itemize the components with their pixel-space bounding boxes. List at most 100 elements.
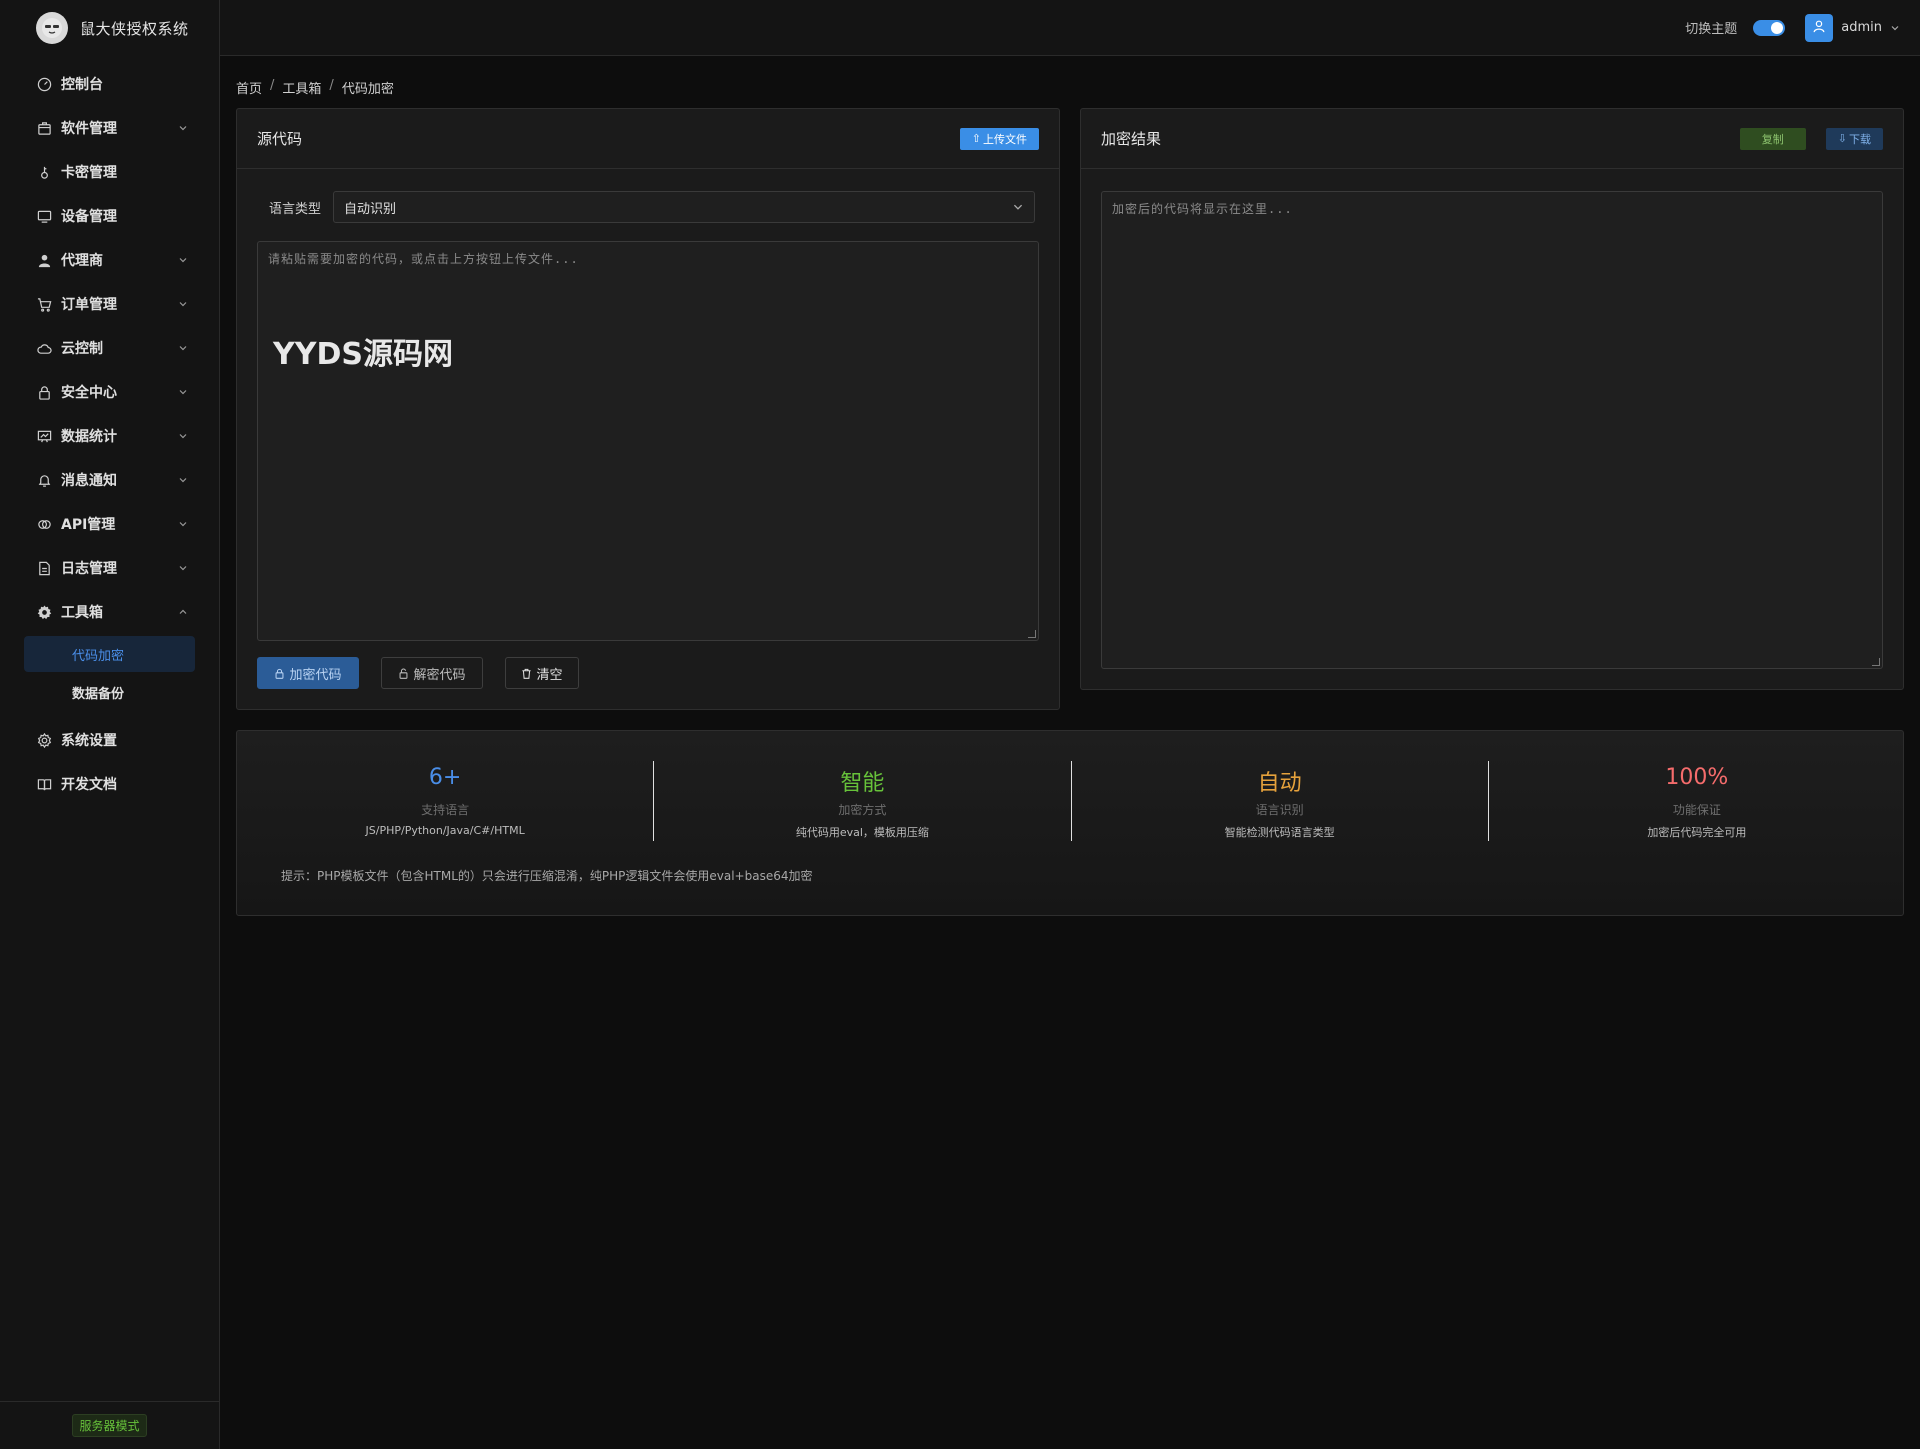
sidebar-item-docs[interactable]: 开发文档 — [0, 762, 219, 806]
sidebar-item-statistics[interactable]: 数据统计 — [0, 414, 219, 458]
stat-value: 100% — [1665, 765, 1729, 790]
dashboard-icon — [36, 76, 53, 93]
chevron-down-icon — [177, 386, 189, 398]
feature-stats-panel: 6+ 支持语言 JS/PHP/Python/Java/C#/HTML 智能 加密… — [236, 730, 1904, 916]
document-icon — [36, 560, 53, 577]
sidebar-item-dashboard[interactable]: 控制台 — [0, 62, 219, 106]
theme-toggle[interactable] — [1753, 19, 1786, 36]
stat-label: 加密方式 — [838, 803, 887, 817]
result-panel-title: 加密结果 — [1101, 130, 1162, 148]
unlock-icon — [398, 668, 409, 679]
stat-language-detect: 自动 语言识别 智能检测代码语言类型 — [1072, 761, 1489, 841]
sidebar-item-label: 日志管理 — [61, 561, 117, 577]
language-type-value: 自动识别 — [344, 201, 397, 217]
stat-label: 语言识别 — [1255, 803, 1304, 817]
breadcrumb-toolbox[interactable]: 工具箱 — [282, 78, 321, 97]
bell-icon — [36, 472, 53, 489]
avatar — [1805, 13, 1834, 42]
breadcrumb-home[interactable]: 首页 — [236, 78, 262, 97]
stat-label: 支持语言 — [421, 803, 470, 817]
chevron-down-icon — [1890, 23, 1900, 33]
decrypt-code-label: 解密代码 — [413, 666, 466, 682]
sidebar-item-label: 开发文档 — [61, 777, 117, 793]
sidebar-item-cards[interactable]: 卡密管理 — [0, 150, 219, 194]
stat-value: 智能 — [840, 771, 885, 796]
chevron-down-icon — [177, 122, 189, 134]
app-logo — [36, 12, 68, 44]
source-code-placeholder: 请粘贴需要加密的代码，或点击上方按钮上传文件... — [268, 252, 579, 266]
sidebar-subitem-code-encrypt[interactable]: 代码加密 — [24, 636, 195, 672]
sidebar-item-notifications[interactable]: 消息通知 — [0, 458, 219, 502]
language-type-label: 语言类型 — [269, 201, 322, 217]
result-panel-header: 加密结果 复制 ⇩ 下载 — [1081, 109, 1903, 169]
result-code-textarea[interactable]: 加密后的代码将显示在这里... — [1101, 191, 1883, 669]
top-header: 切换主题 admin — [220, 0, 1920, 56]
chevron-down-icon — [177, 518, 189, 530]
clear-button[interactable]: 清空 — [505, 657, 579, 689]
sidebar-item-security[interactable]: 安全中心 — [0, 370, 219, 414]
stat-value: 6+ — [428, 765, 462, 790]
stats-row: 6+ 支持语言 JS/PHP/Python/Java/C#/HTML 智能 加密… — [237, 761, 1905, 841]
sidebar-item-label: 软件管理 — [61, 121, 117, 137]
app-name: 鼠大侠授权系统 — [80, 19, 189, 38]
sidebar-item-orders[interactable]: 订单管理 — [0, 282, 219, 326]
encrypt-code-button[interactable]: 加密代码 — [257, 657, 359, 689]
user-menu[interactable]: admin — [1805, 13, 1900, 42]
sidebar-item-label: 卡密管理 — [61, 165, 117, 181]
sidebar-item-devices[interactable]: 设备管理 — [0, 194, 219, 238]
sidebar-item-label: 数据统计 — [61, 429, 117, 445]
resize-handle[interactable] — [1028, 630, 1036, 638]
language-row: 语言类型 自动识别 — [269, 191, 1036, 223]
settings-icon — [36, 732, 53, 749]
resize-handle[interactable] — [1872, 658, 1880, 666]
box-icon — [36, 120, 53, 137]
sidebar-footer: 服务器模式 — [0, 1401, 219, 1449]
sidebar-item-api[interactable]: API管理 — [0, 502, 219, 546]
sidebar-subitem-data-backup[interactable]: 数据备份 — [24, 674, 195, 710]
encrypt-result-panel: 加密结果 复制 ⇩ 下载 加密后的代码将显示在这里... — [1080, 108, 1904, 690]
breadcrumb-separator: / — [270, 78, 275, 93]
sidebar-item-label: 消息通知 — [61, 473, 117, 489]
copy-button[interactable]: 复制 — [1739, 127, 1806, 150]
stat-desc: 纯代码用eval，模板用压缩 — [795, 826, 929, 839]
language-type-select[interactable]: 自动识别 — [333, 191, 1036, 223]
download-label: 下载 — [1849, 133, 1871, 146]
key-icon — [36, 164, 53, 181]
watermark-text: YYDS源码网 — [273, 337, 453, 372]
sidebar-item-label: 代理商 — [61, 253, 103, 269]
upload-file-label: 上传文件 — [983, 133, 1027, 146]
chevron-down-icon — [177, 254, 189, 266]
lock-icon — [36, 384, 53, 401]
user-icon — [1812, 18, 1826, 37]
result-code-placeholder: 加密后的代码将显示在这里... — [1112, 202, 1293, 216]
brand[interactable]: 鼠大侠授权系统 — [0, 0, 219, 56]
stat-value: 自动 — [1257, 771, 1302, 796]
sidebar-item-toolbox[interactable]: 工具箱 — [0, 590, 219, 634]
sidebar-menu: 控制台 软件管理 卡密管理 设备管理 代理商 订单管理 云控制 安全中心 数据统… — [0, 56, 219, 806]
chevron-down-icon — [177, 342, 189, 354]
server-mode-badge: 服务器模式 — [72, 1414, 147, 1437]
chevron-up-icon — [177, 606, 189, 618]
toolbox-submenu: 代码加密 数据备份 — [0, 634, 219, 718]
chevron-down-icon — [177, 474, 189, 486]
download-button[interactable]: ⇩ 下载 — [1825, 127, 1883, 150]
breadcrumb-separator: / — [329, 78, 334, 93]
stat-encrypt-mode: 智能 加密方式 纯代码用eval，模板用压缩 — [654, 761, 1072, 841]
sidebar-item-agents[interactable]: 代理商 — [0, 238, 219, 282]
sidebar-item-label: 订单管理 — [61, 297, 117, 313]
upload-file-button[interactable]: ⇧ 上传文件 — [959, 127, 1039, 150]
breadcrumb: 首页 / 工具箱 / 代码加密 — [236, 78, 394, 97]
decrypt-code-button[interactable]: 解密代码 — [381, 657, 483, 689]
chevron-down-icon — [177, 298, 189, 310]
sidebar-item-settings[interactable]: 系统设置 — [0, 718, 219, 762]
encryption-tip: 提示：PHP模板文件（包含HTML的）只会进行压缩混淆，纯PHP逻辑文件会使用e… — [281, 869, 813, 883]
sidebar-item-logs[interactable]: 日志管理 — [0, 546, 219, 590]
sidebar-item-software[interactable]: 软件管理 — [0, 106, 219, 150]
sidebar: 鼠大侠授权系统 控制台 软件管理 卡密管理 设备管理 代理商 订单管理 云控制 … — [0, 0, 220, 1449]
sidebar-item-label: 系统设置 — [61, 733, 117, 749]
source-code-textarea[interactable]: 请粘贴需要加密的代码，或点击上方按钮上传文件... — [257, 241, 1039, 641]
sidebar-item-label: 云控制 — [61, 341, 103, 357]
sidebar-item-cloud[interactable]: 云控制 — [0, 326, 219, 370]
upload-icon: ⇧ — [971, 133, 981, 145]
sidebar-item-label: 设备管理 — [61, 209, 117, 225]
